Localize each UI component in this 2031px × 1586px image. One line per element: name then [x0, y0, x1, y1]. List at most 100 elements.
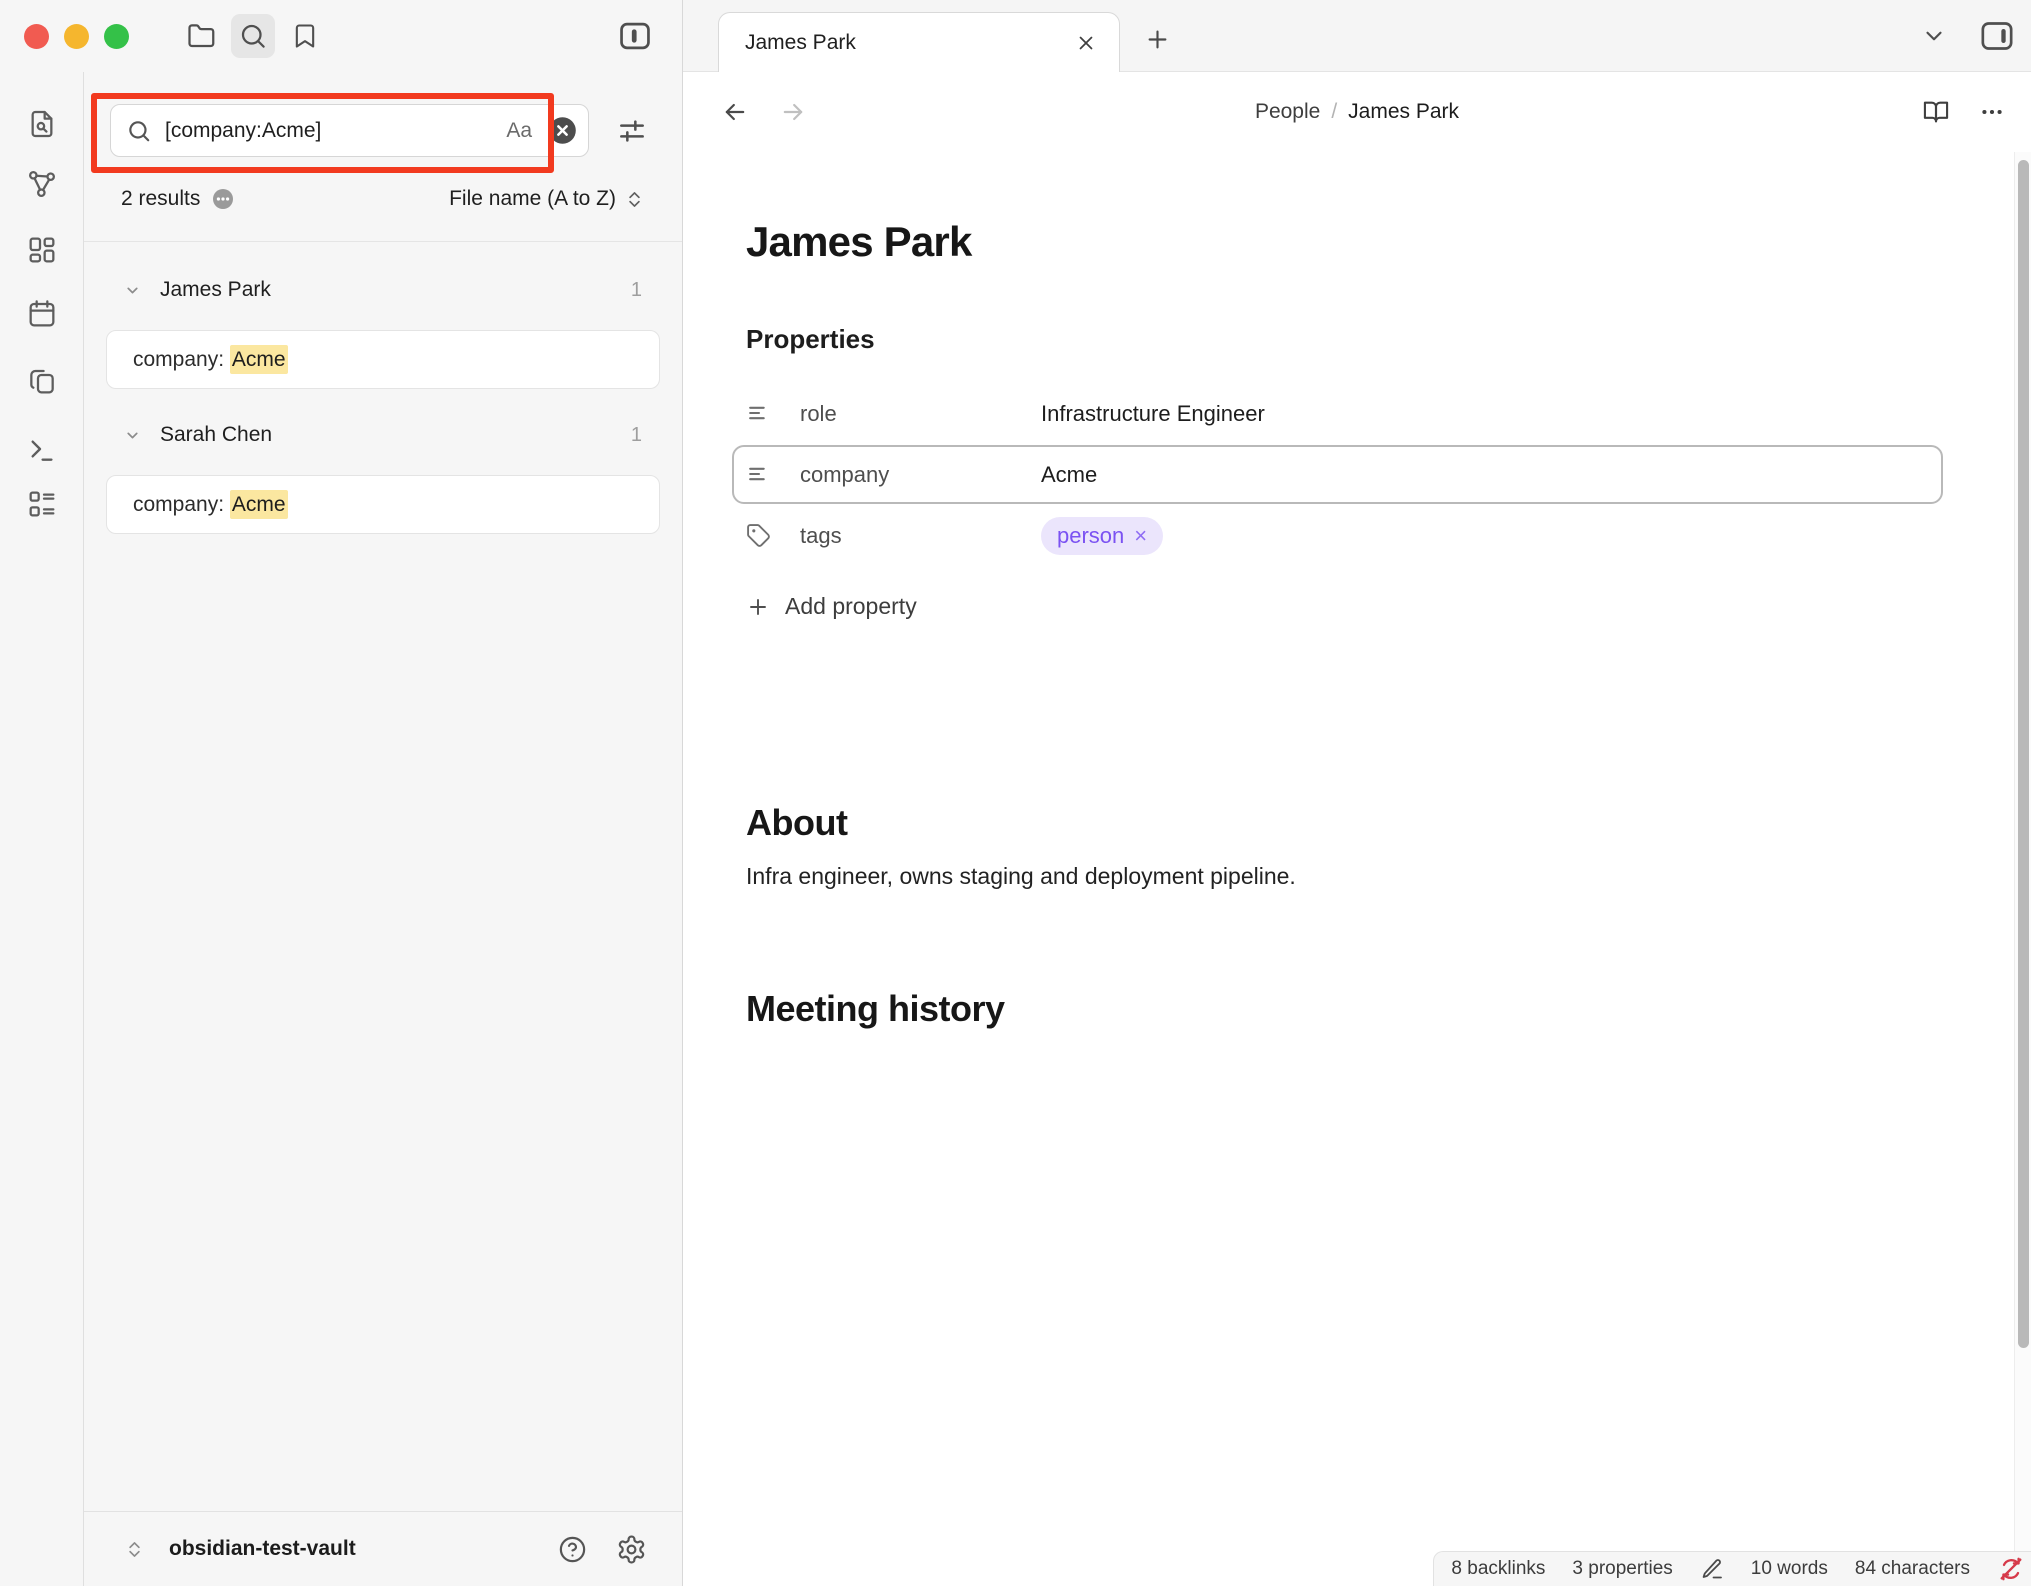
file-search-icon	[26, 108, 58, 140]
breadcrumb-separator: /	[1331, 100, 1337, 124]
bookmarks-view-button[interactable]	[283, 14, 327, 58]
ribbon-list-details-button[interactable]	[20, 485, 64, 523]
breadcrumb-parent[interactable]: People	[1255, 100, 1320, 124]
ribbon	[0, 72, 84, 1586]
search-query-text: [company:Acme]	[165, 119, 506, 143]
sliders-icon	[616, 115, 648, 147]
left-sidebar: [company:Acme] Aa 2 results	[0, 0, 683, 1586]
collapse-chevron-icon[interactable]	[124, 427, 141, 444]
property-row-role[interactable]: role Infrastructure Engineer	[746, 382, 1943, 445]
editor-scrollbar[interactable]	[2014, 152, 2031, 1586]
ribbon-graph-view-button[interactable]	[20, 165, 64, 203]
sidebar-left-icon	[616, 17, 654, 55]
breadcrumb-current[interactable]: James Park	[1348, 100, 1459, 124]
obsidian-window: [company:Acme] Aa 2 results	[0, 0, 2031, 1586]
add-property-button[interactable]: Add property	[746, 593, 1943, 620]
search-info-badge[interactable]	[211, 187, 235, 211]
layout-list-icon	[26, 488, 58, 520]
search-view-button[interactable]	[231, 14, 275, 58]
search-match-item[interactable]: company: Acme	[106, 475, 660, 534]
view-header: People / James Park	[683, 72, 2031, 152]
note-title[interactable]: James Park	[746, 218, 1943, 266]
tab-list-dropdown-button[interactable]	[1921, 23, 1947, 49]
remove-tag-button[interactable]: ×	[1134, 523, 1147, 549]
add-property-label: Add property	[785, 593, 917, 620]
clear-search-button[interactable]	[548, 116, 577, 145]
search-icon	[238, 21, 268, 51]
ribbon-file-search-button[interactable]	[20, 105, 64, 143]
property-key[interactable]: company	[800, 462, 889, 488]
text-property-icon	[746, 462, 771, 487]
status-properties[interactable]: 3 properties	[1572, 1558, 1672, 1580]
about-paragraph[interactable]: Infra engineer, owns staging and deploym…	[746, 861, 1943, 892]
window-titlebar	[0, 0, 682, 72]
properties-heading: Properties	[746, 324, 1943, 355]
toggle-right-sidebar-button[interactable]	[1977, 16, 2017, 56]
breadcrumb: People / James Park	[1255, 72, 1459, 152]
collapse-chevron-icon[interactable]	[124, 282, 141, 299]
more-options-button[interactable]	[1979, 99, 2005, 125]
status-backlinks[interactable]: 8 backlinks	[1451, 1558, 1545, 1580]
sort-order-label: File name (A to Z)	[449, 187, 616, 211]
search-icon	[126, 118, 152, 144]
tag-icon	[746, 523, 771, 548]
match-text: company: Acme	[133, 493, 288, 517]
result-group-sarah-chen[interactable]: Sarah Chen 1	[84, 413, 682, 457]
result-group-james-park[interactable]: James Park 1	[84, 268, 682, 312]
navigate-back-button[interactable]	[721, 98, 749, 126]
new-tab-button[interactable]	[1140, 22, 1174, 56]
plus-icon	[1144, 26, 1171, 53]
search-settings-button[interactable]	[613, 112, 651, 150]
result-file-name: James Park	[160, 278, 271, 302]
property-row-company[interactable]: company Acme	[732, 445, 1943, 504]
result-file-name: Sarah Chen	[160, 423, 272, 447]
sync-disabled-icon[interactable]	[1997, 1555, 2025, 1583]
properties-list: role Infrastructure Engineer company Acm…	[746, 382, 1943, 567]
tag-label: person	[1057, 523, 1124, 549]
ribbon-canvas-button[interactable]	[20, 231, 64, 269]
ribbon-calendar-button[interactable]	[20, 295, 64, 333]
property-row-tags[interactable]: tags person ×	[746, 504, 1943, 567]
chevrons-up-down-icon	[124, 1539, 145, 1560]
reading-mode-button[interactable]	[1922, 98, 1950, 126]
ribbon-terminal-button[interactable]	[20, 432, 64, 470]
files-view-button[interactable]	[180, 14, 224, 58]
close-window-button[interactable]	[24, 24, 49, 49]
scrollbar-thumb[interactable]	[2018, 160, 2029, 1348]
terminal-icon	[26, 435, 58, 467]
match-case-toggle[interactable]: Aa	[506, 119, 532, 143]
help-button[interactable]	[551, 1528, 593, 1570]
property-value[interactable]: Acme	[1041, 462, 1097, 488]
edit-mode-pencil-icon	[1700, 1557, 1724, 1581]
minimize-window-button[interactable]	[64, 24, 89, 49]
toggle-left-sidebar-button[interactable]	[613, 14, 657, 58]
navigate-forward-button[interactable]	[779, 98, 807, 126]
chevrons-up-down-icon	[616, 189, 645, 210]
match-highlight: Acme	[230, 345, 288, 374]
tab-james-park[interactable]: James Park	[718, 12, 1120, 72]
close-tab-button[interactable]	[1071, 28, 1101, 58]
property-key[interactable]: tags	[800, 523, 842, 549]
settings-button[interactable]	[610, 1528, 652, 1570]
result-match-count: 1	[631, 279, 642, 302]
match-highlight: Acme	[230, 490, 288, 519]
window-controls	[24, 24, 129, 49]
text-property-icon	[746, 401, 771, 426]
zoom-window-button[interactable]	[104, 24, 129, 49]
sort-order-dropdown[interactable]: File name (A to Z)	[449, 187, 645, 211]
vault-switcher[interactable]: obsidian-test-vault	[84, 1511, 682, 1586]
tag-pill-person[interactable]: person ×	[1041, 517, 1163, 555]
ribbon-templates-button[interactable]	[20, 364, 64, 402]
search-input[interactable]: [company:Acme] Aa	[110, 104, 589, 157]
editor-pane: James Park	[683, 0, 2031, 1586]
property-key[interactable]: role	[800, 401, 837, 427]
calendar-icon	[26, 298, 58, 330]
graph-icon	[26, 168, 58, 200]
property-value[interactable]: Infrastructure Engineer	[1041, 401, 1265, 427]
section-heading-about[interactable]: About	[746, 800, 1943, 845]
result-match-count: 1	[631, 424, 642, 447]
results-count: 2 results	[121, 187, 200, 211]
section-heading-meeting-history[interactable]: Meeting history	[746, 986, 1943, 1031]
search-match-item[interactable]: company: Acme	[106, 330, 660, 389]
vault-name: obsidian-test-vault	[169, 1537, 356, 1561]
